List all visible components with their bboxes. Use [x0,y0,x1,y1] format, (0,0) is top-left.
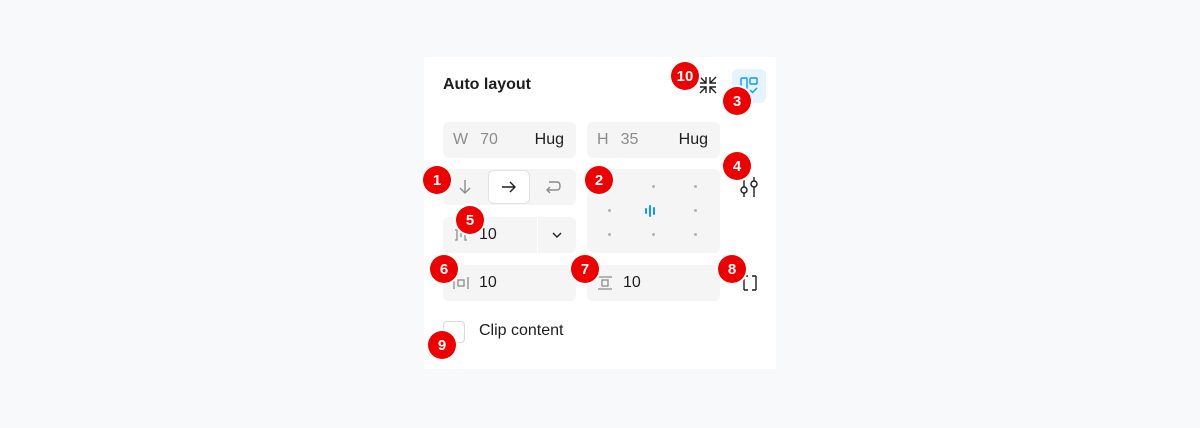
align-dot[interactable] [694,185,697,188]
badge-9: 9 [428,331,456,359]
badge-4: 4 [723,152,751,180]
horizontal-padding-icon [453,276,469,290]
vertical-padding-value[interactable]: 10 [623,274,641,292]
width-value[interactable]: 70 [480,131,498,149]
horizontal-padding-field[interactable]: 10 [443,265,576,301]
chevron-down-icon[interactable] [538,217,576,253]
wrap-icon[interactable] [533,169,573,205]
gap-value[interactable]: 10 [479,226,497,244]
badge-5: 5 [456,206,484,234]
height-mode[interactable]: Hug [679,131,708,149]
align-dot[interactable] [608,209,611,212]
align-dot[interactable] [652,233,655,236]
width-field[interactable]: W 70 Hug [443,122,576,158]
badge-10: 10 [671,62,699,90]
vertical-padding-icon [597,276,613,290]
height-value[interactable]: 35 [621,131,639,149]
arrow-right-icon[interactable] [488,170,530,204]
vertical-padding-field[interactable]: 10 [587,265,720,301]
align-dot[interactable] [694,233,697,236]
badge-3: 3 [723,87,751,115]
align-dot[interactable] [652,185,655,188]
height-field[interactable]: H 35 Hug [587,122,720,158]
panel-title: Auto layout [443,76,531,93]
width-prefix: W [453,131,469,148]
horizontal-padding-value[interactable]: 10 [479,274,497,292]
height-prefix: H [597,131,609,148]
arrow-down-icon[interactable] [445,169,485,205]
direction-toggle [443,169,576,205]
align-dot[interactable] [694,209,697,212]
badge-1: 1 [423,166,451,194]
badge-7: 7 [571,255,599,283]
align-dot[interactable] [608,233,611,236]
badge-2: 2 [585,166,613,194]
clip-content-label: Clip content [479,322,564,339]
badge-8: 8 [718,255,746,283]
width-mode[interactable]: Hug [535,131,564,149]
badge-6: 6 [430,255,458,283]
align-center-selected-icon[interactable] [644,204,660,223]
